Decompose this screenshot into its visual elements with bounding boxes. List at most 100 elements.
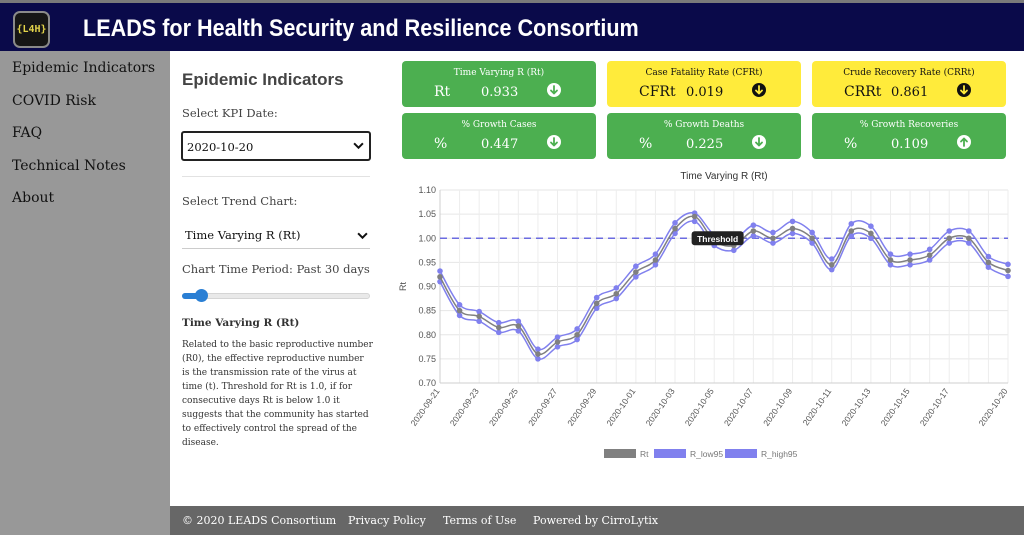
data-point-r_low95 (907, 261, 913, 268)
kpi-value: 0.447 (481, 137, 519, 152)
chart-period-label: Chart Time Period: Past 30 days (182, 262, 370, 276)
data-point-r_high95 (495, 319, 502, 326)
trend-chart: Time Varying R (Rt) 0.70 0.75 0.80 0.85 0.90 0… (386, 160, 1024, 506)
data-point-r_low95 (946, 240, 953, 246)
app-logo[interactable]: {L4H} (13, 11, 50, 48)
x-tick-label: 2020-10-09 (761, 386, 794, 428)
data-point-rt (633, 269, 639, 275)
x-tick-label: 2020-10-13 (839, 386, 872, 428)
control-panel: Epidemic Indicators Select KPI Date: 202… (170, 51, 386, 506)
data-point-rt (907, 257, 913, 263)
data-point-rt (554, 339, 561, 345)
slider-handle[interactable] (194, 289, 208, 302)
sidebar-item-about[interactable]: About (12, 190, 54, 206)
data-point-r_low95 (554, 344, 561, 350)
data-point-rt (495, 324, 502, 331)
kpi-date-label: Select KPI Date: (182, 106, 278, 120)
data-point-r_low95 (887, 261, 894, 268)
data-point-r_high95 (633, 263, 639, 270)
data-point-r_low95 (613, 295, 620, 302)
arrow-down-circle-icon (957, 83, 971, 97)
x-tick-label: 2020-10-07 (722, 386, 755, 428)
data-point-r_high95 (535, 346, 541, 353)
sidebar-item-covid-risk[interactable]: COVID Risk (12, 93, 96, 109)
x-tick-label: 2020-10-05 (683, 386, 716, 428)
sidebar-item-faq[interactable]: FAQ (12, 125, 42, 141)
arrow-down-circle-icon (752, 135, 766, 149)
legend-swatch (725, 449, 757, 458)
y-tick-label: 0.75 (418, 354, 436, 364)
data-point-r_low95 (476, 318, 482, 325)
data-point-rt (770, 235, 776, 242)
kpi-card-growth-cases: % Growth Cases% 0.447 (402, 113, 596, 159)
data-point-r_high95 (789, 218, 796, 225)
sidebar: Epidemic Indicators COVID Risk FAQ Techn… (0, 51, 170, 535)
kpi-label: Time Varying R (Rt) (453, 68, 545, 78)
app-header: {L4H} LEADS for Health Security and Resi… (0, 0, 1024, 51)
data-point-r_low95 (574, 336, 580, 343)
panel-title: Epidemic Indicators (182, 70, 344, 89)
data-point-r_high95 (966, 228, 972, 234)
y-tick-label: 1.10 (418, 185, 436, 195)
data-point-rt (966, 235, 972, 242)
y-tick-label: 0.90 (418, 282, 436, 292)
data-point-r_high95 (672, 220, 678, 226)
data-point-r_high95 (809, 229, 815, 236)
footer-powered-by[interactable]: Powered by CirroLytix (533, 514, 658, 527)
kpi-value: 0.109 (891, 137, 929, 152)
data-point-rt (593, 300, 600, 307)
data-point-rt (868, 230, 874, 237)
x-tick-label: 2020-09-27 (526, 386, 559, 428)
kpi-label: Case Fatality Rate (CFRt) (645, 68, 763, 78)
footer-privacy-link[interactable]: Privacy Policy (348, 514, 426, 527)
chart-title: Time Varying R (Rt) (680, 171, 767, 182)
kpi-symbol: % (434, 136, 448, 152)
arrow-down-circle-icon (752, 83, 766, 97)
footer-terms-link[interactable]: Terms of Use (443, 514, 516, 527)
trend-chart-svg: Time Varying R (Rt)0.700.750.800.850.900… (398, 171, 1011, 459)
x-tick-label: 2020-10-01 (604, 386, 637, 428)
data-point-rt (437, 274, 443, 280)
y-axis-label: Rt (398, 282, 408, 291)
description-text: Related to the basic reproductive number… (182, 340, 373, 448)
data-point-r_high95 (574, 326, 580, 332)
data-point-r_high95 (946, 228, 953, 234)
data-point-r_high95 (750, 222, 757, 229)
kpi-value: 0.019 (686, 85, 724, 100)
data-point-rt (809, 235, 815, 242)
data-point-r_high95 (926, 246, 933, 253)
trend-chart-select[interactable]: Time Varying R (Rt) (182, 223, 370, 249)
data-point-rt (535, 351, 541, 357)
data-point-rt (946, 235, 953, 242)
threshold-label: Threshold (697, 234, 738, 244)
arrow-up-circle-icon (957, 135, 971, 149)
data-point-r_high95 (868, 223, 874, 229)
data-point-r_low95 (789, 230, 796, 237)
data-point-r_high95 (456, 302, 463, 308)
chevron-down-icon (357, 232, 368, 240)
data-point-rt (926, 252, 933, 258)
data-point-r_low95 (456, 312, 463, 319)
y-tick-label: 0.95 (418, 257, 436, 267)
kpi-symbol: CFRt (639, 84, 676, 100)
x-tick-label: 2020-09-23 (448, 386, 481, 428)
x-tick-label: 2020-09-25 (487, 386, 520, 428)
kpi-card-crrt: Crude Recovery Rate (CRRt) CRRt 0.861 (812, 61, 1006, 107)
data-point-r_high95 (515, 318, 522, 325)
x-tick-label: 2020-10-17 (918, 386, 951, 428)
legend-swatch (654, 449, 686, 458)
sidebar-item-epidemic-indicators[interactable]: Epidemic Indicators (12, 60, 155, 76)
sidebar-item-technical-notes[interactable]: Technical Notes (12, 158, 126, 174)
chart-period-slider[interactable] (182, 289, 370, 303)
x-tick-label: 2020-10-15 (879, 386, 912, 428)
data-point-r_high95 (985, 253, 992, 260)
trend-chart-value: Time Varying R (Rt) (185, 228, 301, 242)
kpi-label: % Growth Recoveries (859, 120, 959, 130)
legend-label: R_low95 (690, 449, 723, 459)
data-point-rt (476, 313, 482, 320)
data-point-r_high95 (613, 285, 620, 291)
data-point-r_low95 (691, 218, 698, 225)
kpi-date-select[interactable]: 2020-10-20 (181, 131, 371, 161)
x-tick-label: 2020-09-21 (409, 386, 442, 428)
data-point-r_low95 (770, 240, 776, 246)
